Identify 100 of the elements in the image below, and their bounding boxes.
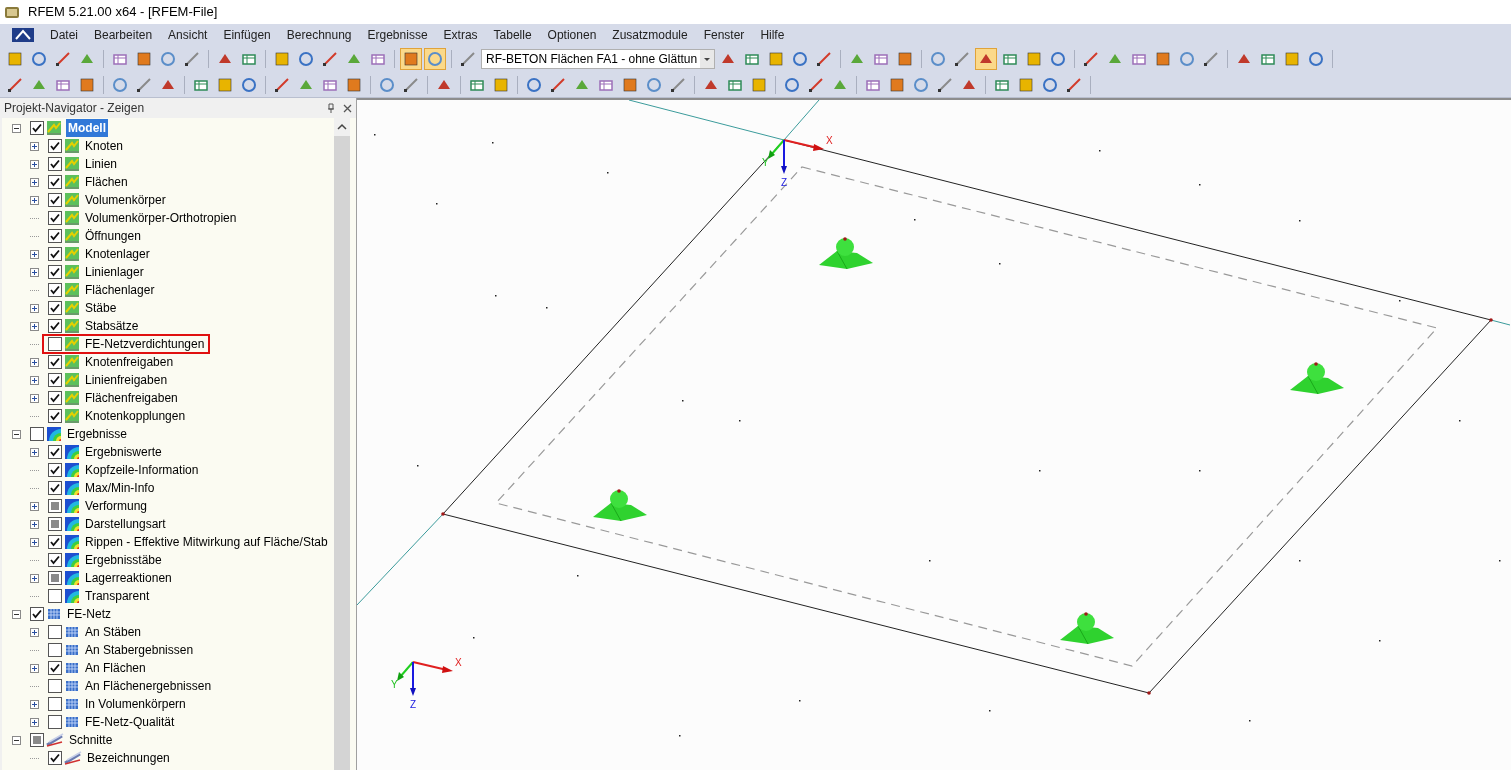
tree-item-label[interactable]: FE-Netzverdichtungen bbox=[84, 335, 206, 353]
tree-item-label[interactable]: Flächenfreigaben bbox=[84, 389, 179, 407]
pin-icon[interactable] bbox=[327, 103, 335, 113]
checkbox[interactable] bbox=[48, 373, 62, 387]
menu-item[interactable]: Datei bbox=[42, 26, 86, 44]
tree-item-label[interactable]: Stäbe bbox=[84, 299, 118, 317]
tree-item-label[interactable]: Öffnungen bbox=[84, 227, 142, 245]
menu-item[interactable]: Extras bbox=[435, 26, 486, 44]
tree-item-label[interactable]: Knotenfreigaben bbox=[84, 353, 175, 371]
expand-icon[interactable] bbox=[30, 717, 39, 727]
checkbox[interactable] bbox=[30, 121, 44, 135]
tree-item-label[interactable]: Linien bbox=[84, 155, 119, 173]
checkbox[interactable] bbox=[48, 175, 62, 189]
checkbox[interactable] bbox=[48, 157, 62, 171]
tree-item-label[interactable]: Linienfreigaben bbox=[84, 371, 169, 389]
checkbox[interactable] bbox=[48, 535, 62, 549]
tree-item-label[interactable]: FE-Netz-Qualität bbox=[84, 713, 176, 731]
tree-item-label[interactable]: Rippen - Effektive Mitwirkung auf Fläche/Stab bbox=[84, 533, 329, 551]
collapse-icon[interactable] bbox=[12, 123, 21, 133]
tree-item-label[interactable]: Stabsätze bbox=[84, 317, 140, 335]
tree-item-label[interactable]: Transparent bbox=[84, 587, 151, 605]
collapse-icon[interactable] bbox=[12, 429, 21, 439]
checkbox[interactable] bbox=[48, 283, 62, 297]
tree-item-label[interactable]: Modell bbox=[66, 119, 108, 137]
collapse-icon[interactable] bbox=[12, 609, 21, 619]
checkbox[interactable] bbox=[48, 247, 62, 261]
menu-item[interactable]: Optionen bbox=[539, 26, 605, 44]
toolbar-button[interactable] bbox=[975, 48, 997, 70]
checkbox[interactable] bbox=[48, 391, 62, 405]
toolbar-button[interactable] bbox=[400, 48, 422, 70]
menu-item[interactable]: Ergebnisse bbox=[359, 26, 436, 44]
checkbox[interactable] bbox=[48, 229, 62, 243]
checkbox[interactable] bbox=[48, 697, 62, 711]
tree-item-label[interactable]: FE-Netz bbox=[66, 605, 112, 623]
tree-item-label[interactable]: Max/Min-Info bbox=[84, 479, 156, 497]
tree-item-label[interactable]: Darstellungsart bbox=[84, 515, 167, 533]
tree-item-label[interactable]: Ergebniswerte bbox=[84, 443, 163, 461]
expand-icon[interactable] bbox=[30, 501, 39, 511]
tree-item-label[interactable]: Lagerreaktionen bbox=[84, 569, 173, 587]
menu-item[interactable]: Hilfe bbox=[752, 26, 793, 44]
checkbox[interactable] bbox=[48, 589, 62, 603]
menu-item[interactable]: Zusatzmodule bbox=[604, 26, 696, 44]
tree-item-label[interactable]: Linienlager bbox=[84, 263, 145, 281]
menu-item[interactable]: Fenster bbox=[695, 26, 753, 44]
tree-item-label[interactable]: Flächen bbox=[84, 173, 129, 191]
menu-item[interactable]: Ansicht bbox=[160, 26, 216, 44]
checkbox[interactable] bbox=[48, 355, 62, 369]
expand-icon[interactable] bbox=[30, 393, 39, 403]
checkbox[interactable] bbox=[48, 517, 62, 531]
scroll-up-icon[interactable] bbox=[334, 118, 350, 136]
checkbox[interactable] bbox=[30, 427, 44, 441]
tree-item-label[interactable]: An Flächen bbox=[84, 659, 147, 677]
tree-item-label[interactable]: Bezeichnungen bbox=[86, 749, 171, 767]
checkbox[interactable] bbox=[48, 409, 62, 423]
expand-icon[interactable] bbox=[30, 519, 39, 529]
expand-icon[interactable] bbox=[30, 375, 39, 385]
tree-item-label[interactable]: Verformung bbox=[84, 497, 149, 515]
tree-item-label[interactable]: In Volumenkörpern bbox=[84, 695, 187, 713]
menu-item[interactable]: Berechnung bbox=[278, 26, 360, 44]
checkbox[interactable] bbox=[48, 553, 62, 567]
checkbox[interactable] bbox=[48, 139, 62, 153]
expand-icon[interactable] bbox=[30, 267, 39, 277]
tree-item-label[interactable]: Knotenkopplungen bbox=[84, 407, 187, 425]
expand-icon[interactable] bbox=[30, 357, 39, 367]
checkbox[interactable] bbox=[48, 571, 62, 585]
expand-icon[interactable] bbox=[30, 159, 39, 169]
checkbox[interactable] bbox=[48, 499, 62, 513]
expand-icon[interactable] bbox=[30, 249, 39, 259]
tree-item-label[interactable]: An Stabergebnissen bbox=[84, 641, 195, 659]
tree-item-label[interactable]: Knoten bbox=[84, 137, 125, 155]
checkbox[interactable] bbox=[48, 301, 62, 315]
tree-item-label[interactable]: Ergebnisstäbe bbox=[84, 551, 163, 569]
tree-item-label[interactable]: Volumenkörper-Orthotropien bbox=[84, 209, 238, 227]
tree-item-label[interactable]: Ergebnisse bbox=[66, 425, 129, 443]
checkbox[interactable] bbox=[48, 211, 62, 225]
expand-icon[interactable] bbox=[30, 303, 39, 313]
menu-item[interactable]: Tabelle bbox=[485, 26, 540, 44]
load-case-dropdown[interactable]: RF-BETON Flächen FA1 - ohne Glättun bbox=[481, 49, 715, 69]
checkbox[interactable] bbox=[48, 445, 62, 459]
expand-icon[interactable] bbox=[30, 447, 39, 457]
expand-icon[interactable] bbox=[30, 177, 39, 187]
expand-icon[interactable] bbox=[30, 699, 39, 709]
checkbox[interactable] bbox=[48, 715, 62, 729]
expand-icon[interactable] bbox=[30, 141, 39, 151]
close-icon[interactable] bbox=[343, 103, 352, 113]
tree-item-label[interactable]: Knotenlager bbox=[84, 245, 151, 263]
checkbox[interactable] bbox=[48, 463, 62, 477]
expand-icon[interactable] bbox=[30, 573, 39, 583]
scrollbar[interactable] bbox=[334, 118, 350, 770]
expand-icon[interactable] bbox=[30, 627, 39, 637]
tree-item-label[interactable]: An Stäben bbox=[84, 623, 143, 641]
checkbox[interactable] bbox=[48, 751, 62, 765]
checkbox[interactable] bbox=[48, 481, 62, 495]
checkbox[interactable] bbox=[48, 625, 62, 639]
expand-icon[interactable] bbox=[30, 195, 39, 205]
collapse-icon[interactable] bbox=[12, 735, 21, 745]
checkbox[interactable] bbox=[48, 643, 62, 657]
checkbox[interactable] bbox=[48, 337, 62, 351]
checkbox[interactable] bbox=[48, 661, 62, 675]
menu-item[interactable]: Bearbeiten bbox=[86, 26, 161, 44]
